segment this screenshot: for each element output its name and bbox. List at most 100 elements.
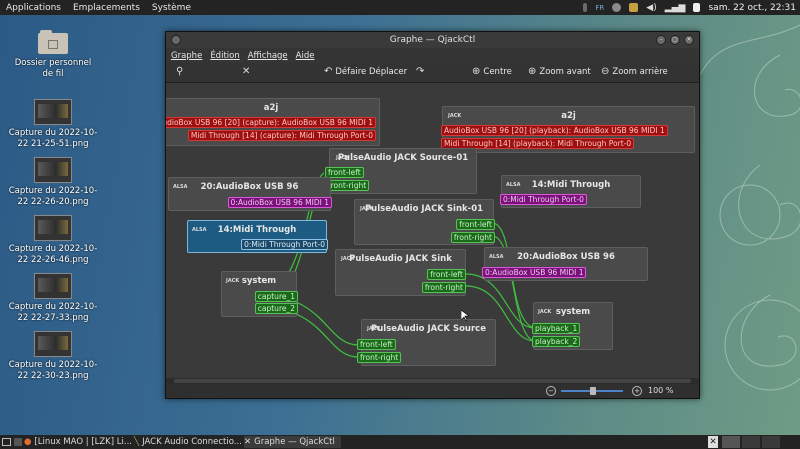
redo-icon: ↷ <box>416 66 425 77</box>
image-thumbnail <box>34 99 72 125</box>
statusbar: − + 100 % <box>166 384 699 398</box>
node-midi-through-playback[interactable]: ALSA 14:Midi Through 0:Midi Through Port… <box>500 175 641 208</box>
node-audiobox-capture[interactable]: ALSA 20:AudioBox USB 96 0:AudioBox USB 9… <box>168 177 332 211</box>
zoom-in-button[interactable]: ⊕ Zoom avant <box>528 66 591 77</box>
close-button[interactable]: ✕ <box>684 35 694 45</box>
desktop-icon <box>2 438 11 446</box>
zoom-out-label: Zoom arrière <box>612 66 668 77</box>
node-pulseaudio-source[interactable]: JACK PulseAudio JACK Source front-left f… <box>357 319 496 366</box>
places-menu[interactable]: Emplacements <box>73 3 140 13</box>
port-midi-in[interactable]: AudioBox USB 96 [20] (playback): AudioBo… <box>441 125 668 136</box>
menu-aide[interactable]: Aide <box>296 51 315 61</box>
undo-button[interactable]: ↶ Défaire Déplacer <box>324 66 407 77</box>
zoom-slider-handle[interactable] <box>590 387 596 395</box>
window-titlebar[interactable]: Graphe — QjackCtl – ▢ ✕ <box>166 32 699 48</box>
port-audio-in[interactable]: front-right <box>357 352 402 363</box>
node-a2j-capture[interactable]: a2j AudioBox USB 96 [20] (capture): Audi… <box>166 98 380 146</box>
qjackctl-graph-window: Graphe — QjackCtl – ▢ ✕ Graphe Édition A… <box>165 31 700 399</box>
node-title: system <box>555 307 591 317</box>
redo-button[interactable]: ↷ <box>416 66 424 77</box>
top-menu: Applications Emplacements Système <box>0 3 197 13</box>
node-title: 20:AudioBox USB 96 <box>200 182 299 192</box>
system-tray: FR ◀) ▂▄▆ sam. 22 oct., 22:31 <box>583 0 796 15</box>
node-title: PulseAudio JACK Sink-01 <box>364 204 484 214</box>
port-audio-in[interactable]: playback_1 <box>532 323 581 334</box>
center-button[interactable]: ⊕ Centre <box>472 66 512 77</box>
disconnect-button[interactable]: ✕ <box>242 66 250 77</box>
workspace-close-icon[interactable]: ✕ <box>708 436 718 448</box>
desktop-file[interactable]: Capture du 2022-10-22 22-30-23.png <box>8 331 98 382</box>
scrollbar-thumb[interactable] <box>174 379 691 383</box>
node-audiobox-playback[interactable]: ALSA 20:AudioBox USB 96 0:AudioBox USB 9… <box>482 247 648 281</box>
taskbar: ● [Linux MAO | [LZK] Li... ╲ JACK Audio … <box>0 435 800 449</box>
wifi-icon[interactable]: ▂▄▆ <box>665 3 686 13</box>
port-alsa-out[interactable]: 0:Midi Through Port-0 <box>241 239 328 250</box>
desktop-file[interactable]: Capture du 2022-10-22 22-27-33.png <box>8 273 98 324</box>
desktop-file[interactable]: Capture du 2022-10-22 22-26-20.png <box>8 157 98 208</box>
desktop-file[interactable]: Capture du 2022-10-22 22-26-46.png <box>8 215 98 266</box>
update-icon[interactable] <box>629 3 639 12</box>
port-audio-out[interactable]: capture_2 <box>254 303 298 314</box>
network-icon[interactable] <box>612 3 622 12</box>
task-label: Graphe — QjackCtl <box>254 437 335 447</box>
port-audio-out[interactable]: front-left <box>427 269 466 280</box>
port-midi-out[interactable]: AudioBox USB 96 [20] (capture): AudioBox… <box>166 117 376 128</box>
task-graph[interactable]: ✕ Graphe — QjackCtl <box>244 436 341 448</box>
port-audio-in[interactable]: front-left <box>357 339 396 350</box>
workspace-3[interactable] <box>762 436 780 448</box>
home-folder-label: Dossier personnel de fil <box>14 58 92 79</box>
window-title: Graphe — QjackCtl <box>389 35 476 45</box>
port-audio-out[interactable]: front-right <box>421 282 466 293</box>
center-label: Centre <box>483 66 512 77</box>
zoom-in-small-icon[interactable]: + <box>632 386 642 396</box>
clock[interactable]: sam. 22 oct., 22:31 <box>708 3 796 13</box>
node-pulseaudio-sink[interactable]: JACK PulseAudio JACK Sink front-left fro… <box>335 249 466 296</box>
node-title: PulseAudio JACK Sink <box>349 254 452 264</box>
workspace-2[interactable] <box>742 436 760 448</box>
file-label: Capture du 2022-10-22 22-26-20.png <box>8 186 98 207</box>
task-browser[interactable]: ● [Linux MAO | [LZK] Li... <box>24 436 132 448</box>
node-system-capture[interactable]: JACK system capture_1 capture_2 <box>221 271 298 317</box>
port-audio-out[interactable]: front-right <box>450 232 495 243</box>
graph-canvas[interactable]: a2j AudioBox USB 96 [20] (capture): Audi… <box>166 83 699 378</box>
node-title: a2j <box>561 111 576 121</box>
volume-icon[interactable]: ◀) <box>646 3 656 13</box>
task-jack[interactable]: ╲ JACK Audio Connectio... <box>134 436 242 448</box>
show-desktop-button[interactable] <box>2 436 11 448</box>
port-audio-out[interactable]: capture_1 <box>254 291 298 302</box>
connect-button[interactable]: ⚲ <box>176 66 183 77</box>
menu-edition[interactable]: Édition <box>210 51 239 61</box>
terminal-icon <box>14 438 22 446</box>
maximize-button[interactable]: ▢ <box>670 35 680 45</box>
zoom-out-button[interactable]: ⊖ Zoom arrière <box>601 66 668 77</box>
notes-icon[interactable] <box>693 3 701 12</box>
file-label: Capture du 2022-10-22 22-27-33.png <box>8 302 98 323</box>
port-alsa-out[interactable]: 0:AudioBox USB 96 MIDI 1 <box>227 197 332 208</box>
home-folder-icon[interactable]: Dossier personnel de fil <box>8 30 98 80</box>
node-title: 20:AudioBox USB 96 <box>517 252 615 262</box>
node-midi-through-capture[interactable]: ALSA 14:Midi Through 0:Midi Through Port… <box>187 220 328 253</box>
port-audio-in[interactable]: front-left <box>325 167 364 178</box>
desktop-file[interactable]: Capture du 2022-10-22 21-25-51.png <box>8 99 98 150</box>
terminal-task[interactable] <box>14 436 22 448</box>
port-midi-out[interactable]: Midi Through [14] (capture): Midi Throug… <box>187 130 376 141</box>
menu-affichage[interactable]: Affichage <box>248 51 288 61</box>
workspace-1[interactable] <box>722 436 740 448</box>
port-audio-out[interactable]: front-left <box>456 219 495 230</box>
port-alsa-in[interactable]: 0:Midi Through Port-0 <box>500 194 587 205</box>
minimize-button[interactable]: – <box>656 35 666 45</box>
port-audio-in[interactable]: front-right <box>325 180 370 191</box>
zoom-out-small-icon[interactable]: − <box>546 386 556 396</box>
menu-graphe[interactable]: Graphe <box>171 51 202 61</box>
window-menu-button[interactable] <box>171 35 181 45</box>
node-a2j-playback[interactable]: JACK a2j AudioBox USB 96 [20] (playback)… <box>441 106 695 153</box>
top-panel: Applications Emplacements Système FR ◀) … <box>0 0 800 15</box>
keyboard-layout[interactable]: FR <box>595 4 604 12</box>
system-menu[interactable]: Système <box>152 3 191 13</box>
port-audio-in[interactable]: playback_2 <box>532 336 581 347</box>
port-alsa-in[interactable]: 0:AudioBox USB 96 MIDI 1 <box>482 267 587 278</box>
applications-menu[interactable]: Applications <box>6 3 61 13</box>
node-system-playback[interactable]: JACK system playback_1 playback_2 <box>532 302 613 350</box>
node-pulseaudio-sink-01[interactable]: JACK PulseAudio JACK Sink-01 front-left … <box>354 199 495 245</box>
node-pulseaudio-source-01[interactable]: JACK PulseAudio JACK Source-01 front-lef… <box>325 148 477 194</box>
